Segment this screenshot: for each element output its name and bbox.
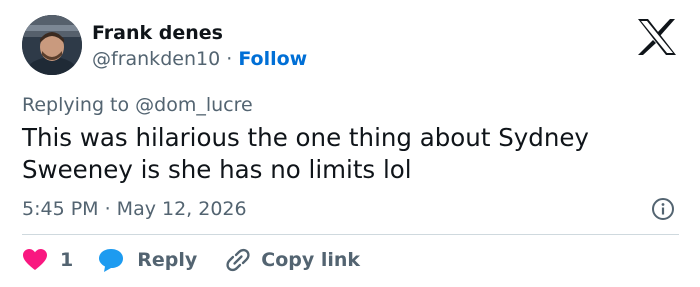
tweet-timestamp[interactable]: 5:45 PM · May 12, 2026 [22, 197, 247, 221]
replying-to[interactable]: Replying to @dom_lucre [22, 93, 253, 117]
like-button[interactable]: 1 [22, 248, 97, 272]
action-bar: 1 Reply Copy link [22, 246, 360, 274]
like-count: 1 [60, 249, 74, 271]
x-logo-icon[interactable] [636, 18, 678, 56]
avatar[interactable] [22, 15, 82, 75]
heart-icon [22, 248, 48, 272]
tweet-text: This was hilarious the one thing about S… [22, 123, 589, 184]
divider [22, 234, 679, 235]
author-handle-row: @frankden10 · Follow [92, 47, 307, 71]
speech-bubble-icon [97, 247, 125, 273]
copy-link-label: Copy link [261, 249, 361, 271]
info-icon[interactable] [651, 197, 675, 221]
copy-link-button[interactable]: Copy link [225, 247, 360, 273]
separator-dot: · [226, 48, 239, 70]
follow-button[interactable]: Follow [238, 48, 307, 70]
reply-button[interactable]: Reply [97, 247, 225, 273]
author-handle[interactable]: @frankden10 [92, 48, 220, 70]
reply-label: Reply [137, 249, 198, 271]
author-name[interactable]: Frank denes [92, 21, 223, 45]
link-icon [225, 247, 251, 273]
